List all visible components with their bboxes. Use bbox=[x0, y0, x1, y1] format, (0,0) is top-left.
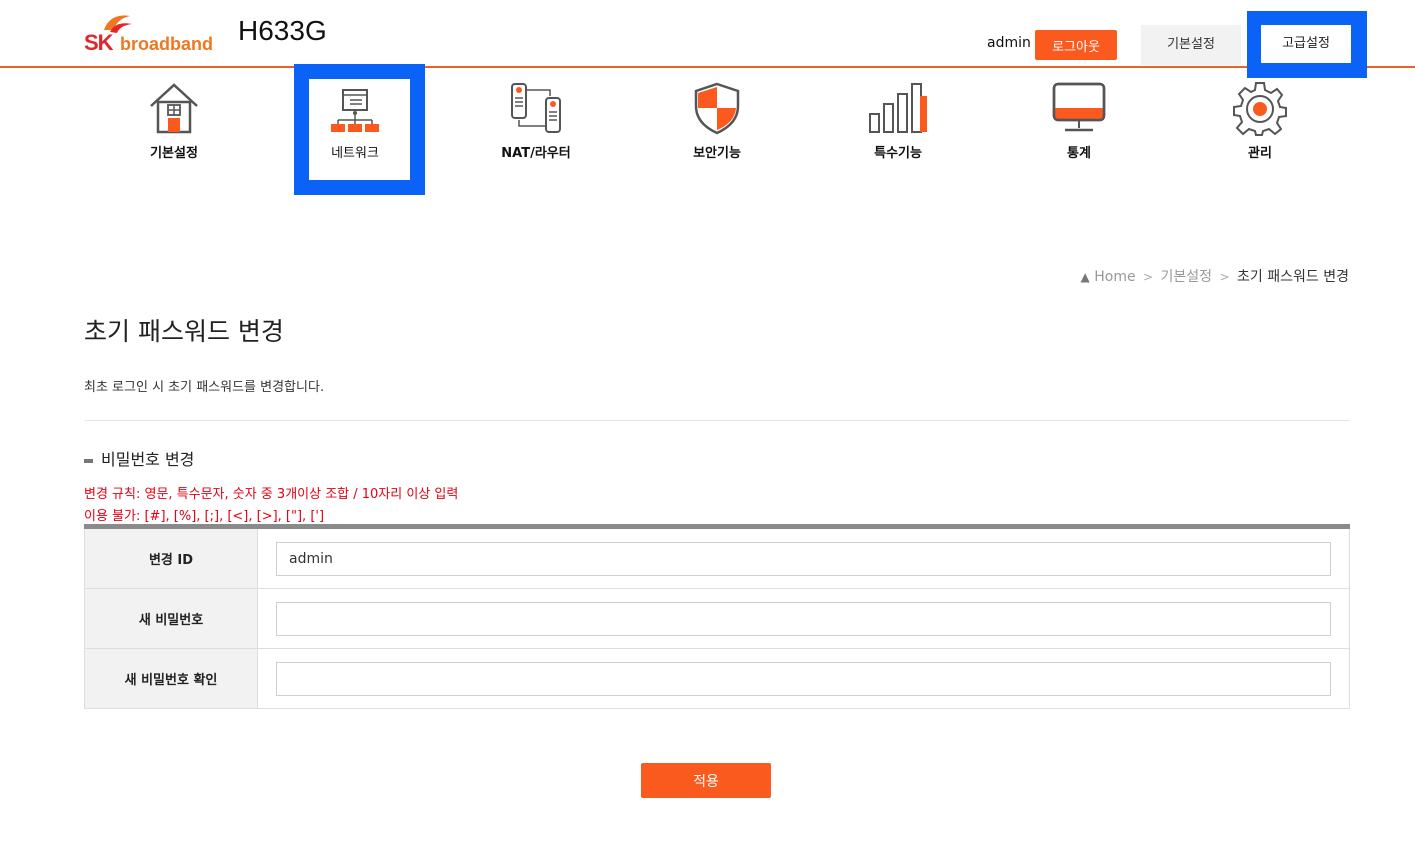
router-icon bbox=[511, 83, 561, 133]
monitor-icon bbox=[1052, 82, 1106, 132]
menu-item-security[interactable]: 보안기능 bbox=[657, 80, 777, 170]
form-row-confirm-password: 새 비밀번호 확인 bbox=[84, 649, 1350, 708]
breadcrumb-separator: > bbox=[1219, 270, 1230, 284]
confirm-password-input[interactable] bbox=[276, 661, 1331, 696]
page-description: 최초 로그인 시 초기 패스워드를 변경합니다. bbox=[84, 380, 325, 395]
section-title: 비밀번호 변경 bbox=[84, 446, 194, 470]
menu-label-network: 네트워크 bbox=[331, 146, 379, 161]
divider bbox=[84, 420, 1350, 421]
page-title: 초기 패스워드 변경 bbox=[84, 317, 284, 346]
menu-item-basic[interactable]: 기본설정 bbox=[114, 80, 234, 170]
menu-label-statistics: 통계 bbox=[1067, 146, 1091, 161]
gear-icon bbox=[1233, 82, 1287, 136]
bar-chart-icon bbox=[869, 83, 927, 133]
menu-label-basic: 기본설정 bbox=[150, 146, 198, 161]
shield-icon bbox=[694, 82, 740, 135]
model-name: H633G bbox=[238, 15, 327, 46]
apply-button[interactable]: 적용 bbox=[641, 763, 771, 798]
new-password-input[interactable] bbox=[276, 601, 1331, 636]
menu-item-network[interactable]: 네트워크 bbox=[295, 80, 415, 170]
id-label: 변경 ID bbox=[84, 529, 258, 588]
tab-advanced-settings[interactable]: 고급설정 bbox=[1261, 25, 1351, 63]
tab-advanced-highlight: 고급설정 bbox=[1247, 11, 1367, 78]
menu-item-special[interactable]: 특수기능 bbox=[838, 80, 958, 170]
section-bullet-icon bbox=[84, 458, 93, 463]
top-header: SK broadband H633G admin 로그아웃 기본설정 고급설정 bbox=[0, 0, 1415, 78]
form-row-id: 변경 ID bbox=[84, 529, 1350, 589]
username: admin bbox=[987, 35, 1031, 51]
confirm-password-label: 새 비밀번호 확인 bbox=[84, 649, 258, 708]
password-rule-text: 변경 규칙: 영문, 특수문자, 숫자 중 3개이상 조합 / 10자리 이상 … bbox=[84, 487, 459, 502]
menu-item-nat-router[interactable]: NAT/라우터 bbox=[476, 80, 596, 170]
menu-label-special: 특수기능 bbox=[874, 146, 922, 161]
new-password-label: 새 비밀번호 bbox=[84, 589, 258, 648]
breadcrumb-level1[interactable]: 기본설정 bbox=[1161, 269, 1213, 285]
sk-broadband-logo[interactable]: SK broadband bbox=[84, 12, 214, 56]
menu-label-security: 보안기능 bbox=[693, 146, 741, 161]
breadcrumb-separator: > bbox=[1143, 270, 1154, 284]
network-icon bbox=[331, 89, 379, 132]
menu-item-manage[interactable]: 관리 bbox=[1200, 80, 1320, 170]
form-row-new-password: 새 비밀번호 bbox=[84, 589, 1350, 649]
forbidden-chars-text: 이용 불가: [#], [%], [;], [<], [>], ["], ['] bbox=[84, 509, 325, 524]
logo-broadband-text: broadband bbox=[120, 34, 213, 54]
home-icon bbox=[150, 83, 198, 134]
tab-basic-settings[interactable]: 기본설정 bbox=[1141, 25, 1241, 65]
logo-sk-text: SK bbox=[84, 30, 114, 55]
menu-label-manage: 관리 bbox=[1248, 146, 1272, 161]
home-small-icon: ▲ bbox=[1080, 270, 1090, 284]
logout-button[interactable]: 로그아웃 bbox=[1035, 30, 1117, 60]
breadcrumb: ▲ Home > 기본설정 > 초기 패스워드 변경 bbox=[1081, 266, 1349, 286]
password-form-table: 변경 ID 새 비밀번호 새 비밀번호 확인 bbox=[84, 524, 1350, 709]
menu-label-nat-router: NAT/라우터 bbox=[501, 146, 571, 161]
id-input[interactable] bbox=[276, 541, 1331, 576]
breadcrumb-home[interactable]: Home bbox=[1094, 269, 1135, 285]
menu-item-statistics[interactable]: 통계 bbox=[1019, 80, 1139, 170]
breadcrumb-current: 초기 패스워드 변경 bbox=[1237, 269, 1349, 285]
